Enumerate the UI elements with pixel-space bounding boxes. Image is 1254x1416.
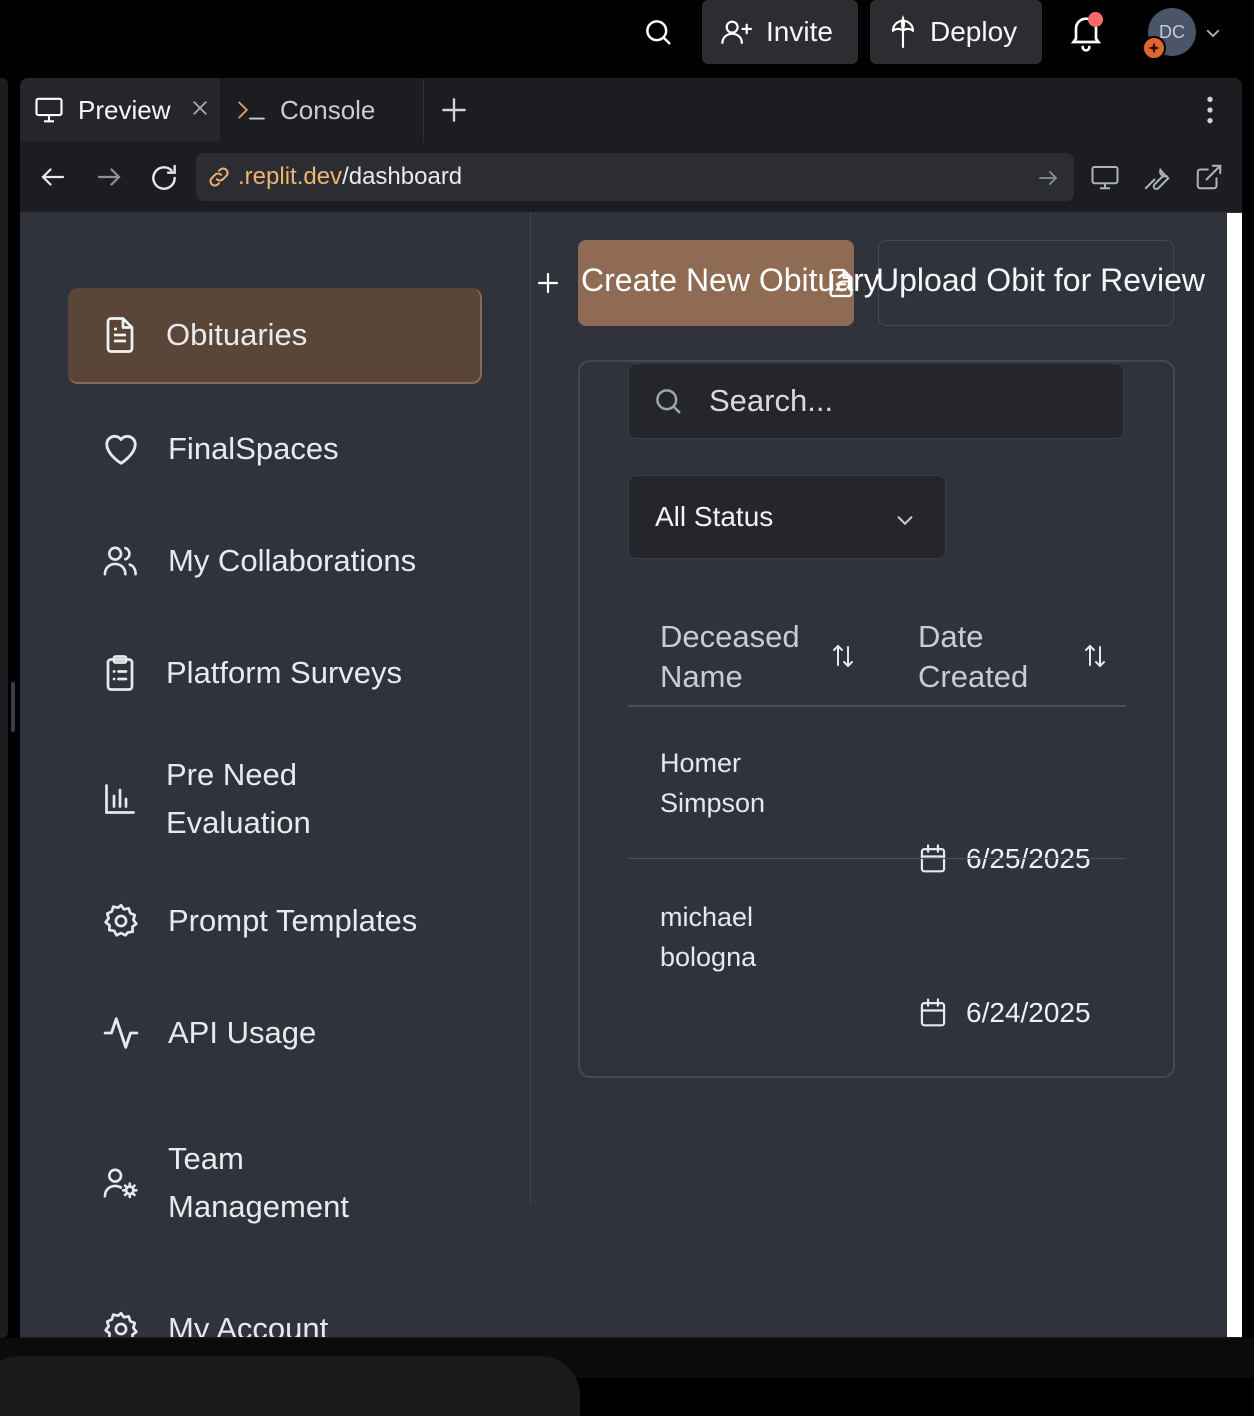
upload-obit-label: Upload Obit for Review xyxy=(876,262,1206,298)
search-input[interactable]: Search... xyxy=(628,363,1124,439)
users-icon xyxy=(102,543,140,579)
add-tab-icon[interactable] xyxy=(438,94,474,126)
sidebar-item-finalspaces[interactable]: FinalSpaces xyxy=(68,401,482,497)
deploy-label: Deploy xyxy=(930,16,1018,47)
invite-label: Invite xyxy=(766,16,833,47)
user-cog-icon xyxy=(102,1164,140,1202)
deploy-icon xyxy=(888,15,918,49)
table-row-divider xyxy=(628,858,1126,859)
calendar-icon xyxy=(918,997,948,1029)
sidebar-item-label: Obituaries xyxy=(166,317,308,352)
refresh-icon[interactable] xyxy=(148,162,180,194)
sidebar-item-team-management[interactable]: Team Management xyxy=(68,1121,482,1245)
terminal-icon xyxy=(236,98,266,122)
activity-icon xyxy=(102,1014,140,1052)
resize-handle[interactable] xyxy=(11,682,15,732)
sidebar-item-label: My Collaborations xyxy=(168,543,417,578)
chevron-down-icon[interactable] xyxy=(1204,24,1222,42)
go-arrow-icon[interactable] xyxy=(1036,166,1060,190)
clipboard-icon xyxy=(102,653,138,693)
sidebar-item-platform-surveys[interactable]: Platform Surveys xyxy=(68,625,482,721)
sidebar-item-label: Platform Surveys xyxy=(166,655,403,690)
date-value: 6/25/2025 xyxy=(966,843,1091,874)
sidebar-item-label: FinalSpaces xyxy=(168,431,339,466)
cell-date-created: 6/24/2025 xyxy=(918,997,1091,1029)
calendar-icon xyxy=(918,843,948,875)
sparkle-badge-icon xyxy=(1142,36,1166,60)
app-viewport: Obituaries FinalSpaces My Collaborations… xyxy=(20,213,1227,1337)
sidebar-item-label: Pre Need Evaluation xyxy=(166,757,311,840)
table-header-divider xyxy=(628,705,1126,707)
bar-chart-icon xyxy=(102,781,138,817)
close-icon[interactable] xyxy=(190,98,210,118)
gear-icon xyxy=(102,902,140,940)
arrow-right-icon[interactable] xyxy=(94,162,124,192)
sort-icon[interactable] xyxy=(832,643,854,669)
sidebar-item-collaborations[interactable]: My Collaborations xyxy=(68,513,482,609)
search-icon[interactable] xyxy=(638,12,678,52)
sidebar-item-api-usage[interactable]: API Usage xyxy=(68,985,482,1081)
column-header-date-created[interactable]: Date Created xyxy=(918,617,1028,697)
date-value: 6/24/2025 xyxy=(966,997,1091,1028)
sort-icon[interactable] xyxy=(1084,643,1106,669)
url-field[interactable]: .replit.dev/dashboard xyxy=(196,153,1074,201)
desktop-window-edge xyxy=(0,1356,580,1416)
arrow-left-icon[interactable] xyxy=(38,162,68,192)
url-bar: .replit.dev/dashboard xyxy=(20,142,1242,213)
more-vertical-icon[interactable] xyxy=(1200,94,1220,126)
sidebar-item-pre-need-evaluation[interactable]: Pre Need Evaluation xyxy=(68,737,482,861)
sidebar-item-obituaries[interactable]: Obituaries xyxy=(68,288,482,384)
monitor-icon xyxy=(34,96,64,124)
preview-pane: Preview Console .replit.dev /dashboard O… xyxy=(20,78,1242,1356)
user-plus-icon xyxy=(720,17,754,47)
sidebar-item-label: API Usage xyxy=(168,1015,317,1050)
cell-deceased-name: Homer Simpson xyxy=(660,748,766,818)
sidebar-item-label: My Account xyxy=(168,1311,329,1337)
document-icon xyxy=(102,315,138,355)
invite-button[interactable]: Invite xyxy=(702,0,858,64)
top-app-bar: Invite Deploy DC xyxy=(0,0,1254,64)
gear-icon xyxy=(102,1310,140,1337)
heart-icon xyxy=(102,431,140,467)
column-header-deceased-name[interactable]: Deceased Name xyxy=(660,617,800,697)
tab-console[interactable]: Console xyxy=(222,78,424,142)
url-path: /dashboard xyxy=(342,163,463,190)
notification-dot xyxy=(1088,12,1103,27)
chevron-down-icon[interactable] xyxy=(894,509,916,531)
search-placeholder: Search... xyxy=(709,383,834,418)
search-icon xyxy=(653,386,683,416)
plus-icon[interactable] xyxy=(536,271,560,295)
left-panel-edge xyxy=(0,78,8,1338)
link-icon xyxy=(206,164,232,190)
url-host: .replit.dev xyxy=(238,163,343,190)
tab-bar: Preview Console xyxy=(20,78,1242,143)
status-filter-value: All Status xyxy=(655,501,774,532)
tab-console-label: Console xyxy=(280,94,376,125)
deploy-button[interactable]: Deploy xyxy=(870,0,1042,64)
device-icon[interactable] xyxy=(1090,162,1120,192)
cell-date-created: 6/25/2025 xyxy=(918,843,1091,875)
sidebar-item-label: Prompt Templates xyxy=(168,903,418,938)
wrench-icon[interactable] xyxy=(1142,162,1172,192)
external-link-icon[interactable] xyxy=(1194,162,1224,192)
cell-deceased-name: michael bologna xyxy=(660,902,757,972)
viewport-scrollbar[interactable] xyxy=(1227,213,1242,1337)
sidebar-item-my-account[interactable]: My Account xyxy=(68,1281,482,1337)
sidebar-item-prompt-templates[interactable]: Prompt Templates xyxy=(68,873,482,969)
sidebar-item-label: Team Management xyxy=(168,1141,349,1224)
file-icon xyxy=(828,267,854,299)
tab-preview-label: Preview xyxy=(78,94,171,125)
